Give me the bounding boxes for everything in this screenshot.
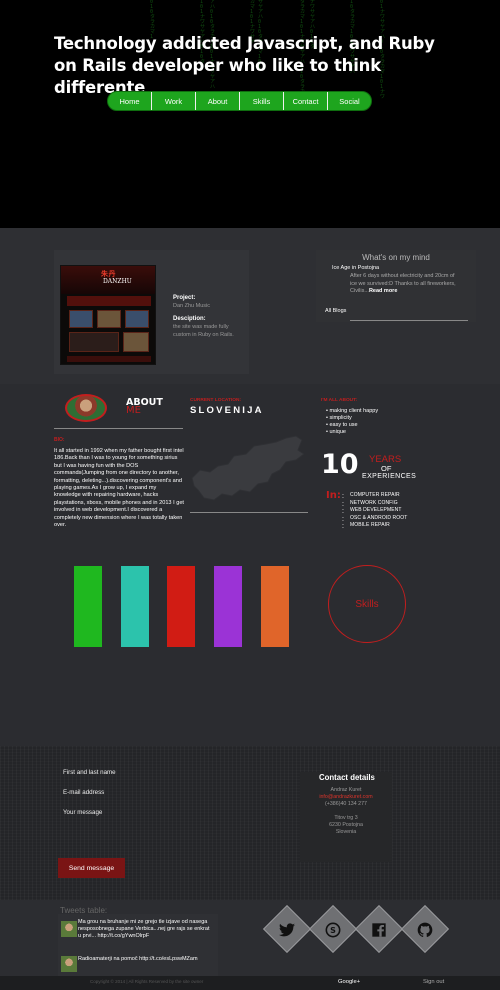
thumbnail-image [69,310,93,328]
project-thumbnail[interactable]: 朱丹 DANZHU [60,265,156,365]
nav-contact[interactable]: Contact [284,92,328,110]
contact-name: Andraz Kuret [330,787,362,793]
tweets-title: Tweets table: [60,906,108,915]
svg-text:S: S [330,926,336,935]
tweet-text[interactable]: Radioamaterji na pomoč http://t.co/esLps… [78,956,218,963]
skill-bar-red[interactable] [167,566,195,647]
avatar [65,394,107,422]
skill-bar-orange[interactable] [261,566,289,647]
skill-bar-green[interactable] [74,566,102,647]
tweets-box: Ma grou na bruhanje mi ze grejo tle izja… [58,914,218,976]
hero-section: 010タラカマ1 101ナワサヤアハ010タ アハ010タラカマ101ナワサヤアハカ… [0,0,500,228]
project-label: Project: [173,295,196,301]
location-label: CURRENT LOCATION: [190,398,242,403]
project-card[interactable]: 朱丹 DANZHU Project: Dan Zhu Music Descipt… [54,250,249,374]
experience-item: MOBILE REPAIR [350,522,390,529]
all-about-label: I'M ALL ABOUT: [321,398,358,403]
blog-post-title[interactable]: Ice Age in Postojna [332,265,379,271]
about-section: ABOUT ME BIO: It all started in 1992 whe… [0,384,500,746]
message-field[interactable] [60,807,220,847]
blog-post-excerpt: After 6 days without electricity and 20c… [350,273,462,296]
thumbnail-footer-bar [67,356,151,362]
google-plus-link[interactable]: Google+ [338,979,360,985]
thumbnail-image [97,310,121,328]
contact-street: Titov trg 3 [334,815,358,821]
nav-skills[interactable]: Skills [240,92,284,110]
contact-details-title: Contact details [319,773,375,782]
main-nav: Home Work About Skills Contact Social [107,91,372,111]
mind-divider [350,320,468,321]
contact-phone: (+386)40 134 277 [325,801,367,807]
facebook-icon [369,920,389,940]
footer: Copyright © 2014 | All Rights Reserved b… [0,976,500,990]
bio-text: It all started in 1992 when my father bo… [54,448,184,529]
work-section: 朱丹 DANZHU Project: Dan Zhu Music Descipt… [0,228,500,384]
all-blogs-link[interactable]: All Blogs [325,308,346,314]
map-divider [190,512,308,513]
nav-home[interactable]: Home [108,92,152,110]
contact-city: 6230 Postojna [329,822,363,828]
skill-bar-teal[interactable] [121,566,149,647]
skill-bar-purple[interactable] [214,566,242,647]
experience-item: OSC & ANDROID ROOT [350,514,408,521]
tweet-text[interactable]: Ma grou na bruhanje mi ze grejo tle izja… [78,919,213,940]
hero-title: Technology addicted Javascript, and Ruby… [54,34,435,97]
experience-item: WEB DEVELEPMENT [350,507,402,514]
all-about-item: making client happy [326,408,378,415]
name-field[interactable] [60,767,220,778]
contact-section: First and last name E-mail address Your … [0,746,500,900]
location-value: SLOVENIJA [190,405,264,416]
bio-label: BIO: [54,437,65,443]
contact-email-link[interactable]: info@andrazkuret.com [300,794,392,801]
twitter-icon [277,920,297,940]
thumbnail-nav-bar [67,296,151,306]
nav-social[interactable]: Social [328,92,371,110]
read-more-link[interactable]: Read more [369,288,397,294]
github-icon [415,920,435,940]
all-about-item: easy to use [326,422,378,429]
all-about-list: making client happy simplicity easy to u… [326,408,378,436]
description-label: Desciption: [173,316,206,322]
years-of: OF [381,464,392,473]
experience-list: COMPUTER REPAIR NETWORK CONFIG WEB DEVEL… [350,492,407,530]
about-subtitle: ME [126,405,141,416]
footer-copyright: Copyright © 2014 | All Rights Reserved b… [90,979,204,984]
in-label: In: [326,490,341,501]
tweet-avatar [61,921,77,937]
skype-icon: S [323,920,343,940]
contact-country: Slovenia [335,829,357,835]
about-divider [54,428,183,429]
project-name: Dan Zhu Music [173,303,210,309]
thumbnail-image [123,332,149,352]
mind-title: What's on my mind [362,253,430,262]
experience-item: NETWORK CONFIG [350,499,398,506]
skills-circle[interactable]: Skills [328,565,406,643]
experience-item: COMPUTER REPAIR [350,492,400,498]
slovenia-map [191,435,305,501]
years-experiences: EXPERIENCES [362,473,417,480]
blog-post-body: After 6 days without electricity and 20c… [350,273,456,294]
in-list-bullets: ::::: [342,493,344,531]
all-about-item: unique [326,429,378,436]
years-number: 10 [321,449,359,480]
skills-label: Skills [355,598,379,610]
send-message-button[interactable]: Send message [58,858,125,878]
thumbnail-text-block [69,332,119,352]
thumbnail-image [125,310,149,328]
email-field[interactable] [60,787,220,798]
all-about-item: simplicity [326,415,378,422]
sign-out-link[interactable]: Sign out [423,979,444,985]
tweet-avatar [61,956,77,972]
description-text: the site was made fully custom in Ruby o… [173,324,234,338]
thumbnail-logo-latin: DANZHU [103,278,132,285]
nav-work[interactable]: Work [152,92,196,110]
nav-about[interactable]: About [196,92,240,110]
